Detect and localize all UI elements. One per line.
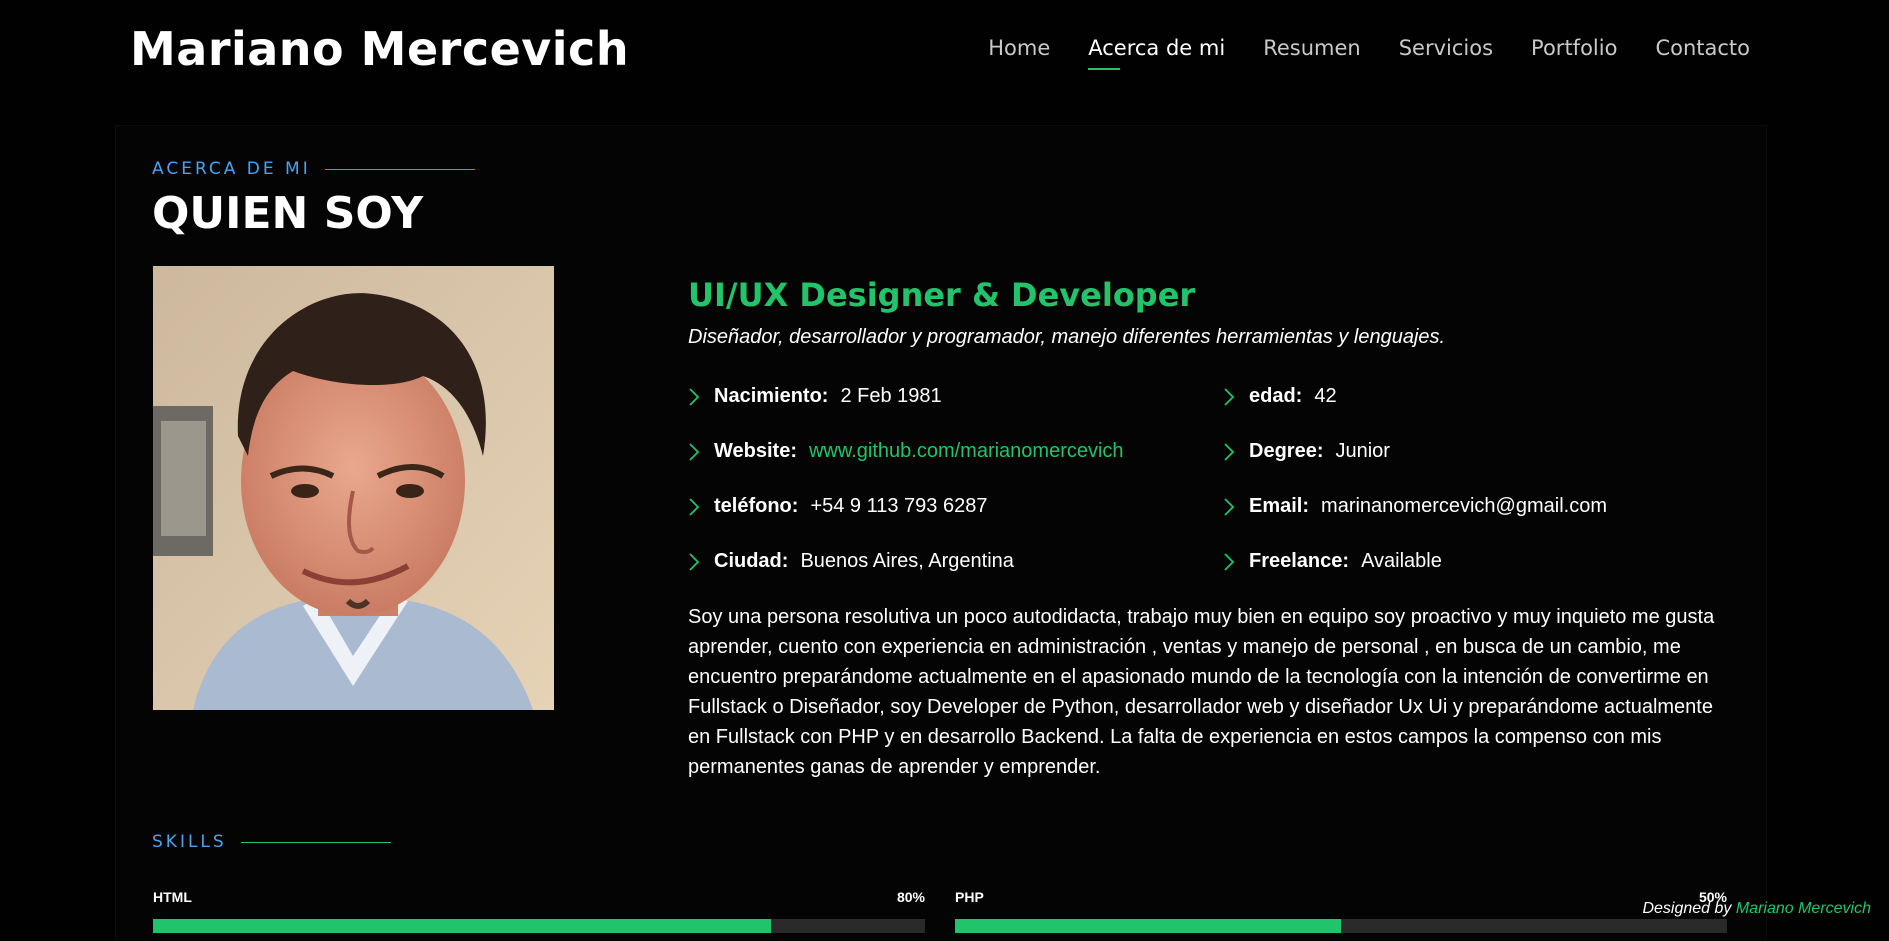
chevron-right-icon: [689, 442, 700, 461]
nav-portfolio[interactable]: Portfolio: [1531, 36, 1617, 60]
page: Mariano Mercevich Home Acerca de mi Resu…: [0, 0, 1889, 941]
header: Mariano Mercevich Home Acerca de mi Resu…: [0, 0, 1889, 100]
skill-percent: 80%: [896, 889, 925, 905]
section-label-text: ACERCA DE MI: [152, 159, 311, 179]
fact-key: Ciudad:: [714, 550, 789, 572]
skill-name: HTML: [153, 889, 192, 905]
skill-progress-bar: [153, 919, 925, 933]
fact-value: Junior: [1335, 440, 1390, 462]
skills-label-line: [240, 841, 391, 843]
skill-name: PHP: [955, 889, 984, 905]
nav-servicios[interactable]: Servicios: [1399, 36, 1493, 60]
fact-key: Website:: [714, 440, 797, 462]
chevron-right-icon: [1224, 552, 1235, 571]
facts-list: Nacimiento: 2 Feb 1981 edad: 42 Website:…: [688, 369, 1728, 589]
website-link[interactable]: www.github.com/marianomercevich: [809, 440, 1124, 463]
fact-value: Available: [1361, 550, 1442, 572]
fact-value: 42: [1314, 385, 1337, 407]
fact-key: Email:: [1249, 495, 1310, 517]
fact-key: teléfono:: [714, 495, 799, 517]
fact-key: Nacimiento:: [714, 385, 829, 407]
credits-prefix: Designed by: [1642, 900, 1732, 917]
fact-value: Buenos Aires, Argentina: [800, 550, 1014, 572]
fact-value: 2 Feb 1981: [840, 385, 942, 407]
skills-label-text: SKILLS: [152, 832, 227, 852]
profile-photo-illustration: [153, 266, 554, 710]
fact-website: Website: www.github.com/marianomercevich: [688, 424, 1223, 479]
nav-contacto[interactable]: Contacto: [1655, 36, 1750, 60]
fact-email: Email: marinanomercevich@gmail.com: [1223, 479, 1728, 534]
section-label: ACERCA DE MI: [152, 159, 475, 179]
fact-ciudad: Ciudad: Buenos Aires, Argentina: [688, 534, 1223, 589]
main-nav: Home Acerca de mi Resumen Servicios Port…: [988, 36, 1750, 70]
chevron-right-icon: [1224, 497, 1235, 516]
nav-acerca-de-mi[interactable]: Acerca de mi: [1088, 36, 1225, 70]
credits: Designed by Mariano Mercevich: [1642, 900, 1871, 918]
chevron-right-icon: [689, 497, 700, 516]
credits-author-link[interactable]: Mariano Mercevich: [1736, 900, 1871, 917]
fact-key: Freelance:: [1249, 550, 1350, 572]
section-label-line: [324, 168, 475, 170]
chevron-right-icon: [1224, 387, 1235, 406]
fact-value: marinanomercevich@gmail.com: [1321, 495, 1607, 517]
role-title: UI/UX Designer & Developer: [688, 276, 1196, 314]
fact-nacimiento: Nacimiento: 2 Feb 1981: [688, 369, 1223, 424]
chevron-right-icon: [1224, 442, 1235, 461]
fact-value: +54 9 113 793 6287: [810, 495, 988, 517]
fact-key: Degree:: [1249, 440, 1324, 462]
fact-freelance: Freelance: Available: [1223, 534, 1728, 589]
fact-degree: Degree: Junior: [1223, 424, 1728, 479]
skills-label: SKILLS: [152, 832, 391, 852]
about-info: UI/UX Designer & Developer Diseñador, de…: [688, 266, 1728, 782]
fact-key: edad:: [1249, 385, 1303, 407]
fact-telefono: teléfono: +54 9 113 793 6287: [688, 479, 1223, 534]
bio-paragraph: Soy una persona resolutiva un poco autod…: [688, 606, 1715, 778]
skill-html: HTML 80%: [153, 889, 925, 933]
fact-edad: edad: 42: [1223, 369, 1728, 424]
skill-progress-fill: [153, 919, 771, 933]
nav-home[interactable]: Home: [988, 36, 1050, 60]
chevron-right-icon: [689, 552, 700, 571]
about-section: ACERCA DE MI QUIEN SOY UI/UX Designer & …: [116, 126, 1766, 941]
chevron-right-icon: [689, 387, 700, 406]
nav-resumen[interactable]: Resumen: [1263, 36, 1361, 60]
section-title: QUIEN SOY: [152, 188, 424, 239]
site-logo[interactable]: Mariano Mercevich: [130, 22, 629, 76]
skill-php: PHP 50%: [955, 889, 1727, 933]
profile-photo: [153, 266, 554, 710]
skill-progress-bar: [955, 919, 1727, 933]
skill-progress-fill: [955, 919, 1341, 933]
tagline: Diseñador, desarrollador y programador, …: [688, 326, 1446, 348]
